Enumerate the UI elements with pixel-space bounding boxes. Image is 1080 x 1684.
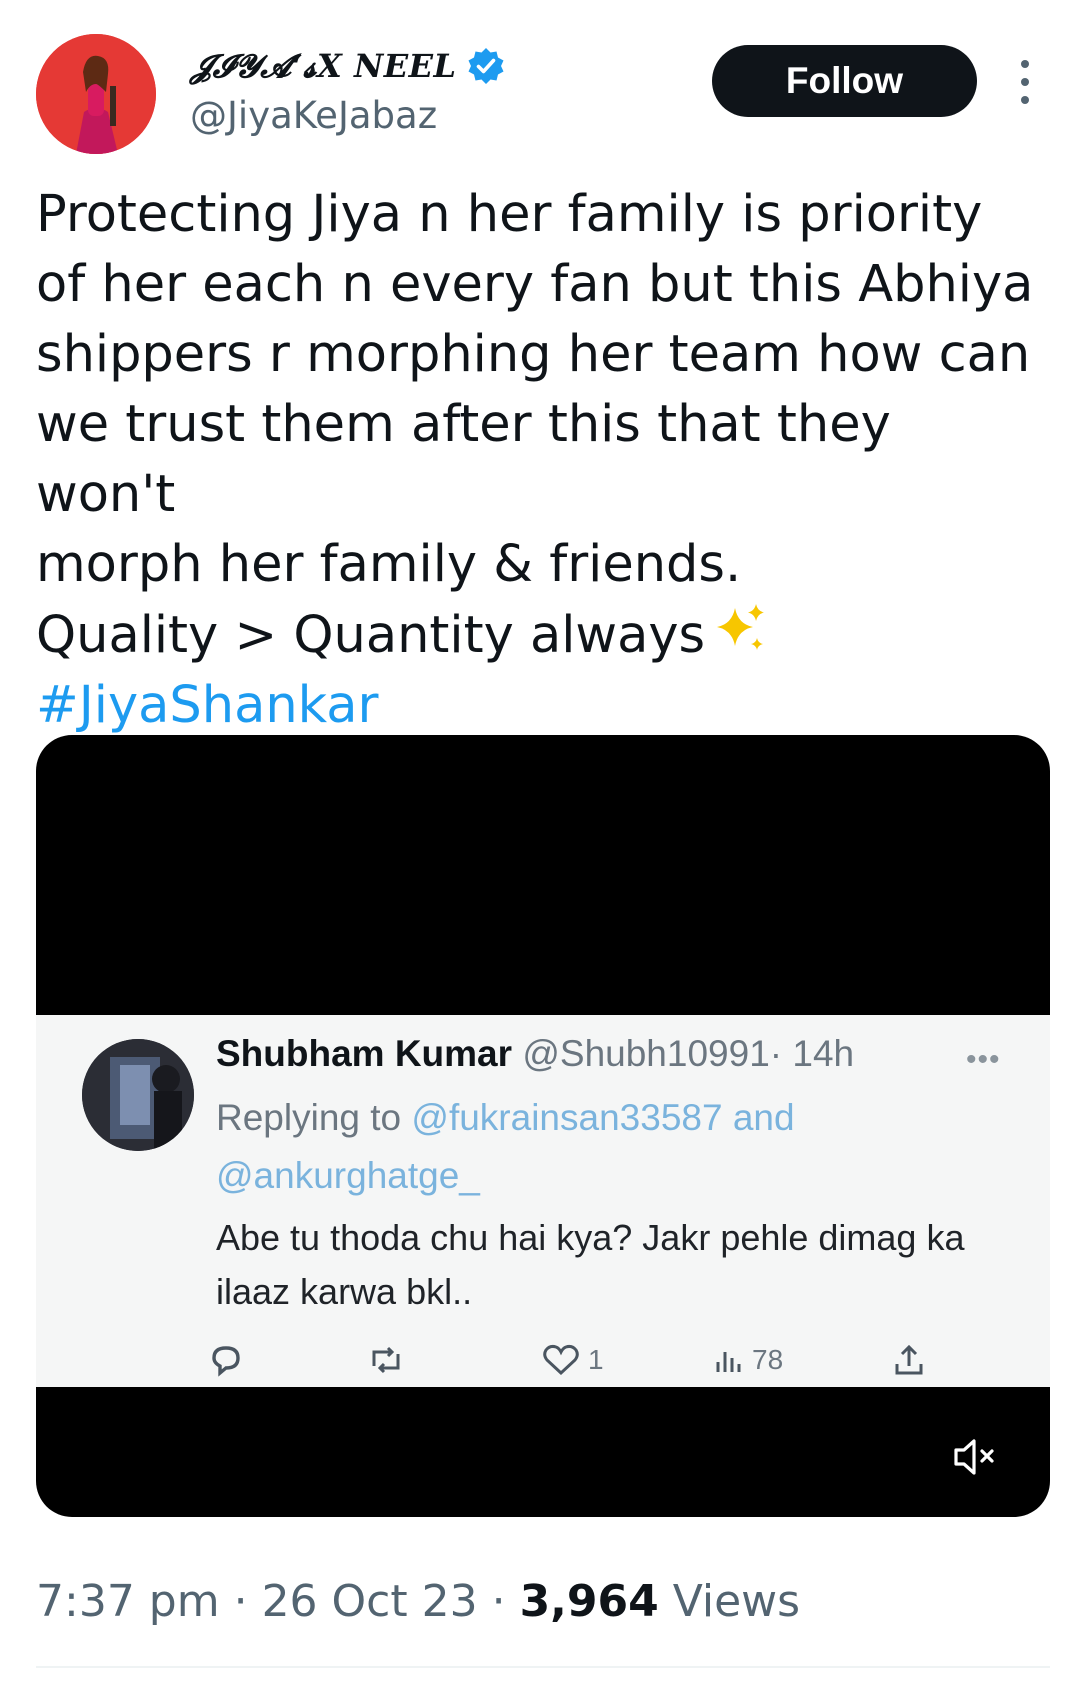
embedded-like-count: 1 xyxy=(588,1344,604,1375)
meta-separator: · xyxy=(219,1576,262,1627)
video-media[interactable]: Shubham Kumar @Shubh10991· 14h ••• Reply… xyxy=(36,735,1050,1517)
embedded-like: 1 xyxy=(542,1335,604,1385)
embedded-replying-to: Replying to @fukrainsan33587 and @ankurg… xyxy=(216,1089,1016,1205)
tweet-date[interactable]: 26 Oct 23 xyxy=(262,1576,478,1627)
embedded-tweet-header: Shubham Kumar @Shubh10991· 14h xyxy=(216,1033,854,1075)
embedded-mention-1: @fukrainsan33587 xyxy=(411,1097,723,1138)
tweet-line: we trust them after this that they won't xyxy=(36,395,891,524)
embedded-name: Shubham Kumar xyxy=(216,1033,513,1074)
embedded-tweet-body: Abe tu thoda chu hai kya? Jakr pehle dim… xyxy=(216,1217,965,1312)
tweet-line: of her each n every fan but this Abhiya xyxy=(36,255,1034,314)
embedded-view-count: 78 xyxy=(752,1344,784,1375)
views-label: Views xyxy=(658,1576,801,1627)
author-handle[interactable]: @JiyaKeJabaz xyxy=(190,94,437,137)
tweet-time[interactable]: 7:37 pm xyxy=(36,1576,220,1627)
author-name-row: 𝓙𝓘𝓨𝓐‘𝓼X NEEL xyxy=(190,44,506,88)
sparkles-icon xyxy=(717,604,765,650)
tweet-line: morph her family & friends. xyxy=(36,535,742,594)
replying-prefix: Replying to xyxy=(216,1097,402,1138)
author-avatar[interactable] xyxy=(36,34,156,154)
tweet-line: Protecting Jiya n her family is priority xyxy=(36,185,983,244)
quality-text: Quality > Quantity always xyxy=(36,606,706,665)
embedded-heart-icon xyxy=(543,1344,579,1376)
verified-badge-icon xyxy=(468,48,504,84)
embedded-retweet-icon xyxy=(366,1335,406,1385)
embedded-time: · 14h xyxy=(769,1033,855,1074)
replying-and: and xyxy=(732,1097,795,1138)
embedded-more-icon: ••• xyxy=(966,1043,1001,1076)
meta-separator: · xyxy=(477,1576,520,1627)
tweet-text: Protecting Jiya n her family is priority… xyxy=(36,180,1046,741)
follow-button[interactable]: Follow xyxy=(712,45,977,117)
embedded-views-icon xyxy=(716,1352,741,1372)
mute-icon[interactable] xyxy=(952,1435,1000,1479)
views-count[interactable]: 3,964 xyxy=(520,1576,659,1627)
embedded-mention-2: @ankurghatge_ xyxy=(216,1155,480,1196)
more-options-icon[interactable] xyxy=(1010,60,1040,104)
tweet-meta: 7:37 pm · 26 Oct 23 · 3,964 Views xyxy=(36,1576,800,1627)
embedded-reply-icon xyxy=(208,1335,244,1385)
embedded-avatar xyxy=(82,1039,194,1151)
embedded-share-icon xyxy=(892,1335,926,1385)
embedded-tweet-screenshot: Shubham Kumar @Shubh10991· 14h ••• Reply… xyxy=(36,1015,1050,1387)
divider xyxy=(36,1666,1050,1668)
embedded-handle: @Shubh10991 xyxy=(522,1033,770,1074)
embedded-action-bar: 1 78 xyxy=(36,1335,1050,1385)
author-display-name[interactable]: 𝓙𝓘𝓨𝓐‘𝓼X NEEL xyxy=(190,47,456,86)
tweet-line: shippers r morphing her team how can xyxy=(36,325,1031,384)
tweet-quality-line: Quality > Quantity always xyxy=(36,600,1046,671)
hashtag-link[interactable]: #JiyaShankar xyxy=(36,671,1046,741)
embedded-views: 78 xyxy=(712,1335,783,1385)
